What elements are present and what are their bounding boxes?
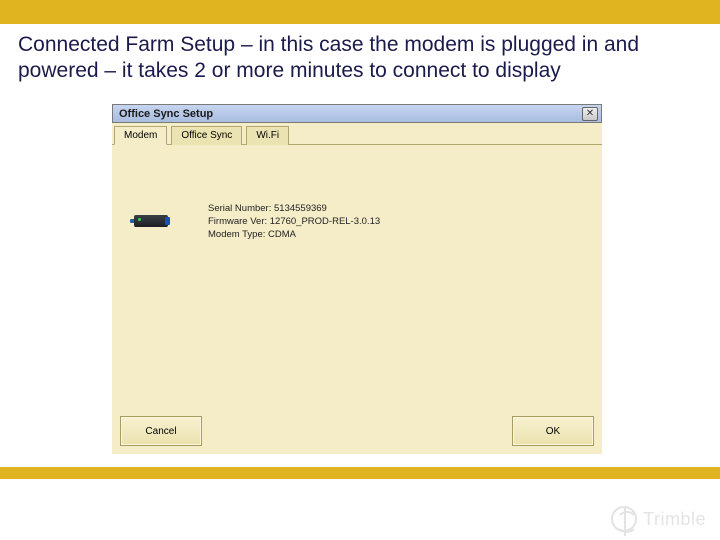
cancel-button[interactable]: Cancel — [120, 416, 202, 446]
dialog-titlebar: Office Sync Setup ✕ — [112, 104, 602, 123]
tab-office-sync[interactable]: Office Sync — [171, 126, 242, 145]
firmware-label: Firmware Ver: — [208, 216, 270, 227]
brand-name: Trimble — [643, 509, 706, 530]
tab-label: Office Sync — [181, 130, 232, 141]
globe-icon — [611, 506, 637, 532]
office-sync-setup-dialog: Office Sync Setup ✕ Modem Office Sync Wi… — [112, 104, 602, 454]
modem-type-value: CDMA — [268, 229, 296, 240]
button-label: Cancel — [145, 426, 176, 437]
button-label: OK — [546, 426, 560, 437]
slide-title: Connected Farm Setup – in this case the … — [18, 32, 708, 83]
modem-icon — [130, 211, 172, 231]
dialog-button-bar: Cancel OK — [112, 414, 602, 454]
serial-row: Serial Number: 5134559369 — [208, 203, 380, 216]
modem-type-row: Modem Type: CDMA — [208, 229, 380, 242]
brand-watermark: Trimble — [611, 506, 706, 532]
close-icon: ✕ — [586, 109, 594, 119]
modem-info-block: Serial Number: 5134559369 Firmware Ver: … — [208, 203, 380, 241]
modem-type-label: Modem Type: — [208, 229, 268, 240]
tab-label: Wi.Fi — [256, 130, 279, 141]
close-button[interactable]: ✕ — [582, 107, 598, 121]
firmware-row: Firmware Ver: 12760_PROD-REL-3.0.13 — [208, 216, 380, 229]
dialog-title: Office Sync Setup — [119, 108, 213, 120]
ok-button[interactable]: OK — [512, 416, 594, 446]
serial-label: Serial Number: — [208, 203, 274, 214]
dialog-body: Serial Number: 5134559369 Firmware Ver: … — [112, 145, 602, 415]
firmware-value: 12760_PROD-REL-3.0.13 — [270, 216, 380, 227]
tab-label: Modem — [124, 130, 157, 141]
serial-value: 5134559369 — [274, 203, 327, 214]
slide-top-bar — [0, 0, 720, 24]
tab-modem[interactable]: Modem — [114, 126, 167, 145]
slide-bottom-bar — [0, 467, 720, 479]
tab-wifi[interactable]: Wi.Fi — [246, 126, 289, 145]
tab-row: Modem Office Sync Wi.Fi — [112, 123, 602, 145]
